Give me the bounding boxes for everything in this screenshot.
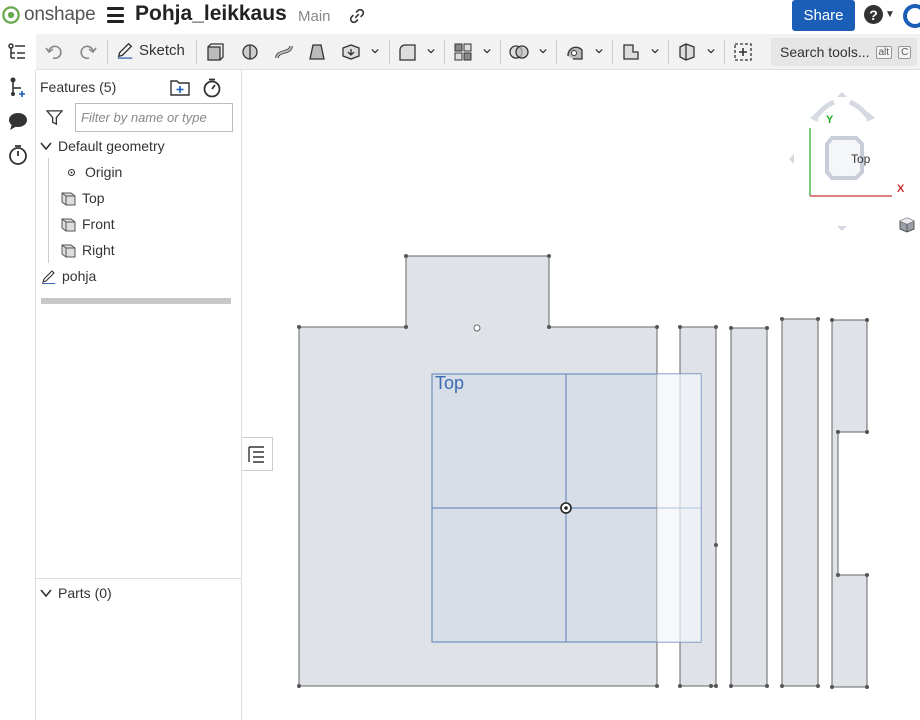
mate-connector-icon[interactable] <box>677 42 697 62</box>
features-header: Features (5) <box>40 79 117 95</box>
chevron-down-icon[interactable] <box>707 47 715 55</box>
shell-icon[interactable] <box>453 42 473 62</box>
tree-item-label: Origin <box>85 164 123 180</box>
left-rail <box>0 70 36 720</box>
feature-panel-toggle[interactable] <box>242 437 273 471</box>
extrude-icon[interactable] <box>205 42 225 62</box>
loft-icon[interactable] <box>307 42 327 62</box>
rollback-bar[interactable] <box>41 298 231 304</box>
rollback-timer-icon[interactable] <box>202 78 222 98</box>
onshape-logo[interactable]: onshape <box>2 4 96 26</box>
branch-name[interactable]: Main <box>298 8 331 25</box>
filter-icon[interactable] <box>46 109 63 126</box>
top-bar: onshape Pohja_leikkaus Main Share ? ▼ <box>0 0 920 34</box>
chevron-down-icon[interactable] <box>427 47 435 55</box>
transform-icon[interactable] <box>565 42 585 62</box>
insert-variable-icon[interactable] <box>7 76 29 98</box>
tree-item-right[interactable]: Right <box>61 242 115 258</box>
tree-item-top[interactable]: Top <box>61 190 105 206</box>
axis-y-label: Y <box>826 114 834 126</box>
thicken-icon[interactable] <box>341 42 361 62</box>
link-icon[interactable] <box>348 7 366 25</box>
revolve-icon[interactable] <box>240 42 260 62</box>
parts-label: Parts (0) <box>58 585 112 601</box>
view-options-cube-icon[interactable] <box>898 216 916 234</box>
main-toolbar: Sketch Search tools... alt C <box>0 34 920 70</box>
plane-label-top: Top <box>435 373 465 393</box>
sketch-region-strip-3 <box>781 318 819 687</box>
filter-input[interactable] <box>75 103 233 132</box>
tree-item-label: Front <box>82 216 115 232</box>
boolean-icon[interactable] <box>509 42 529 62</box>
tree-item-front[interactable]: Front <box>61 216 115 232</box>
help-menu[interactable]: ? ▼ <box>864 5 895 24</box>
sketch-region-strip-2 <box>730 327 768 687</box>
feature-list-icon[interactable] <box>7 42 27 62</box>
help-icon: ? <box>864 5 883 24</box>
comment-icon[interactable] <box>7 110 29 132</box>
redo-icon[interactable] <box>78 42 98 62</box>
view-cube[interactable] <box>772 82 912 242</box>
origin-icon <box>68 168 75 176</box>
chevron-down-icon[interactable] <box>371 47 379 55</box>
add-custom-feature-icon[interactable] <box>733 42 753 62</box>
brand-name: onshape <box>24 4 96 25</box>
chevron-down-icon[interactable] <box>483 47 491 55</box>
shortcut-key-alt: alt <box>875 45 893 59</box>
document-title[interactable]: Pohja_leikkaus <box>135 2 287 26</box>
sketch-pencil-icon <box>117 42 133 59</box>
chevron-down-icon[interactable] <box>40 587 52 599</box>
sweep-icon[interactable] <box>274 42 294 62</box>
tree-item-sketch-pohja[interactable]: pohja <box>41 268 96 284</box>
plane-tool-icon[interactable] <box>621 42 641 62</box>
chevron-down-icon[interactable] <box>40 140 52 152</box>
undo-icon[interactable] <box>44 42 64 62</box>
onshape-logo-icon <box>2 6 20 24</box>
search-tools-button[interactable]: Search tools... alt C <box>771 38 917 66</box>
sketch-button[interactable]: Sketch <box>116 41 185 59</box>
share-button[interactable]: Share <box>792 0 855 31</box>
add-folder-icon[interactable] <box>170 78 190 96</box>
tree-item-label: Right <box>82 242 115 258</box>
plane-icon <box>61 244 76 257</box>
tree-item-label: Top <box>82 190 105 206</box>
avatar[interactable] <box>903 4 920 28</box>
timer-icon[interactable] <box>7 144 29 166</box>
hamburger-menu-icon[interactable] <box>107 7 124 23</box>
parts-section-header[interactable]: Parts (0) <box>40 585 112 601</box>
tree-item-default-geometry[interactable]: Default geometry <box>40 138 165 154</box>
plane-icon <box>61 192 76 205</box>
list-icon <box>248 446 264 463</box>
tree-item-label: Default geometry <box>58 138 165 154</box>
chevron-down-icon: ▼ <box>885 9 895 20</box>
sketch-pencil-icon <box>42 269 55 284</box>
search-tools-label: Search tools... <box>780 44 870 60</box>
tree-item-origin[interactable]: Origin <box>64 164 122 180</box>
fillet-icon[interactable] <box>397 42 417 62</box>
chevron-down-icon[interactable] <box>651 47 659 55</box>
sketch-region-strip-4 <box>831 319 868 688</box>
tree-item-label: pohja <box>62 268 97 284</box>
sketch-label: Sketch <box>139 41 185 59</box>
chevron-down-icon[interactable] <box>539 47 547 55</box>
graphics-viewport[interactable]: Top Top Y X <box>242 70 920 720</box>
view-cube-face-label: Top <box>851 152 871 166</box>
feature-list-panel: Features (5) Default geometry Origin Top <box>36 70 242 720</box>
chevron-down-icon[interactable] <box>595 47 603 55</box>
shortcut-key-c: C <box>898 45 912 59</box>
plane-icon <box>61 218 76 231</box>
axis-x-label: X <box>897 183 905 195</box>
